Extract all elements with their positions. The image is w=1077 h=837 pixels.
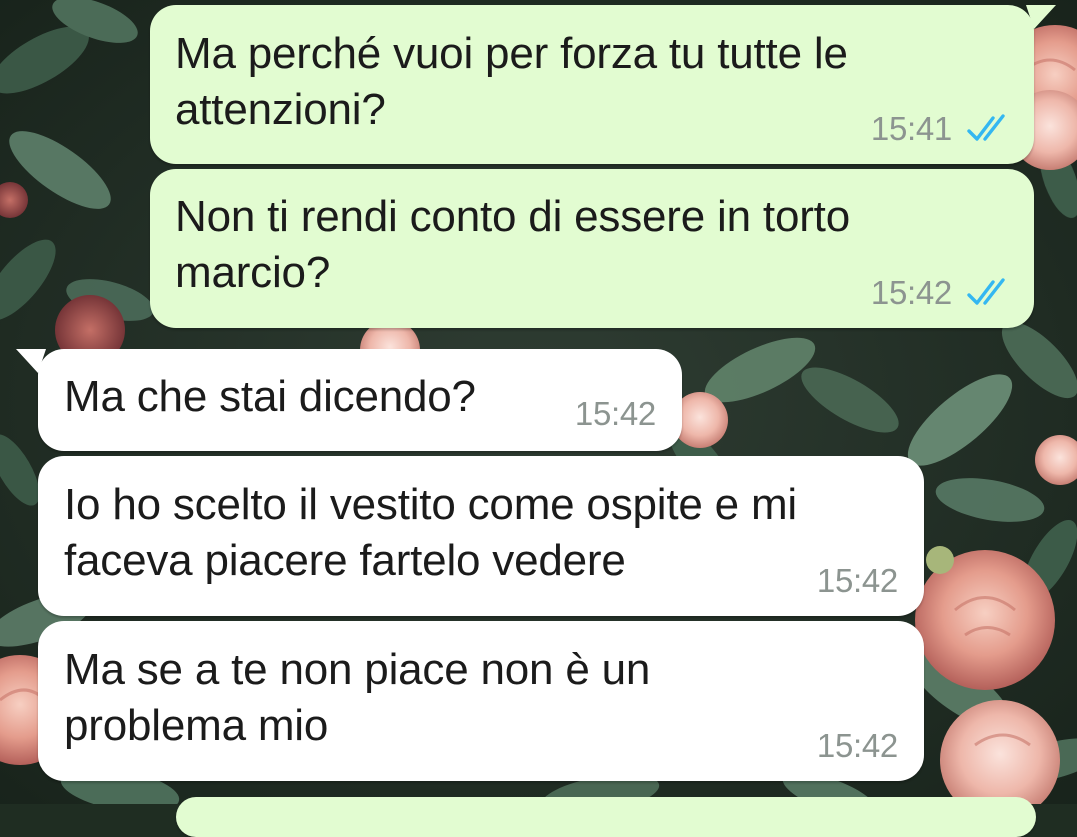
message-meta: 15:42 <box>817 562 898 600</box>
outgoing-message-partial[interactable] <box>176 797 1036 837</box>
double-check-read-icon <box>966 278 1012 308</box>
outgoing-message[interactable]: Ma perché vuoi per forza tu tutte le att… <box>150 5 1056 164</box>
message-meta: 15:42 <box>817 727 898 765</box>
message-timestamp: 15:42 <box>870 274 952 311</box>
message-text: Ma se a te non piace non è un problema m… <box>64 645 651 750</box>
outgoing-message[interactable]: Non ti rendi conto di essere in torto ma… <box>150 169 1034 328</box>
incoming-message[interactable]: Ma che stai dicendo? 15:42 <box>16 349 682 451</box>
bubble-tail <box>16 349 46 373</box>
message-text: Io ho scelto il vestito come ospite e mi… <box>64 480 797 585</box>
message-timestamp: 15:42 <box>816 562 898 599</box>
incoming-message[interactable]: Io ho scelto il vestito come ospite e mi… <box>38 456 924 616</box>
message-meta: 15:42 <box>871 274 1012 312</box>
message-meta: 15:41 <box>871 110 1012 148</box>
message-text: Ma che stai dicendo? <box>64 372 476 421</box>
message-meta: 15:42 <box>575 395 656 433</box>
message-timestamp: 15:42 <box>816 727 898 764</box>
message-timestamp: 15:41 <box>870 110 952 147</box>
message-timestamp: 15:42 <box>574 395 656 432</box>
double-check-read-icon <box>966 114 1012 144</box>
incoming-message[interactable]: Ma se a te non piace non è un problema m… <box>38 621 924 781</box>
bubble-tail <box>1026 5 1056 29</box>
